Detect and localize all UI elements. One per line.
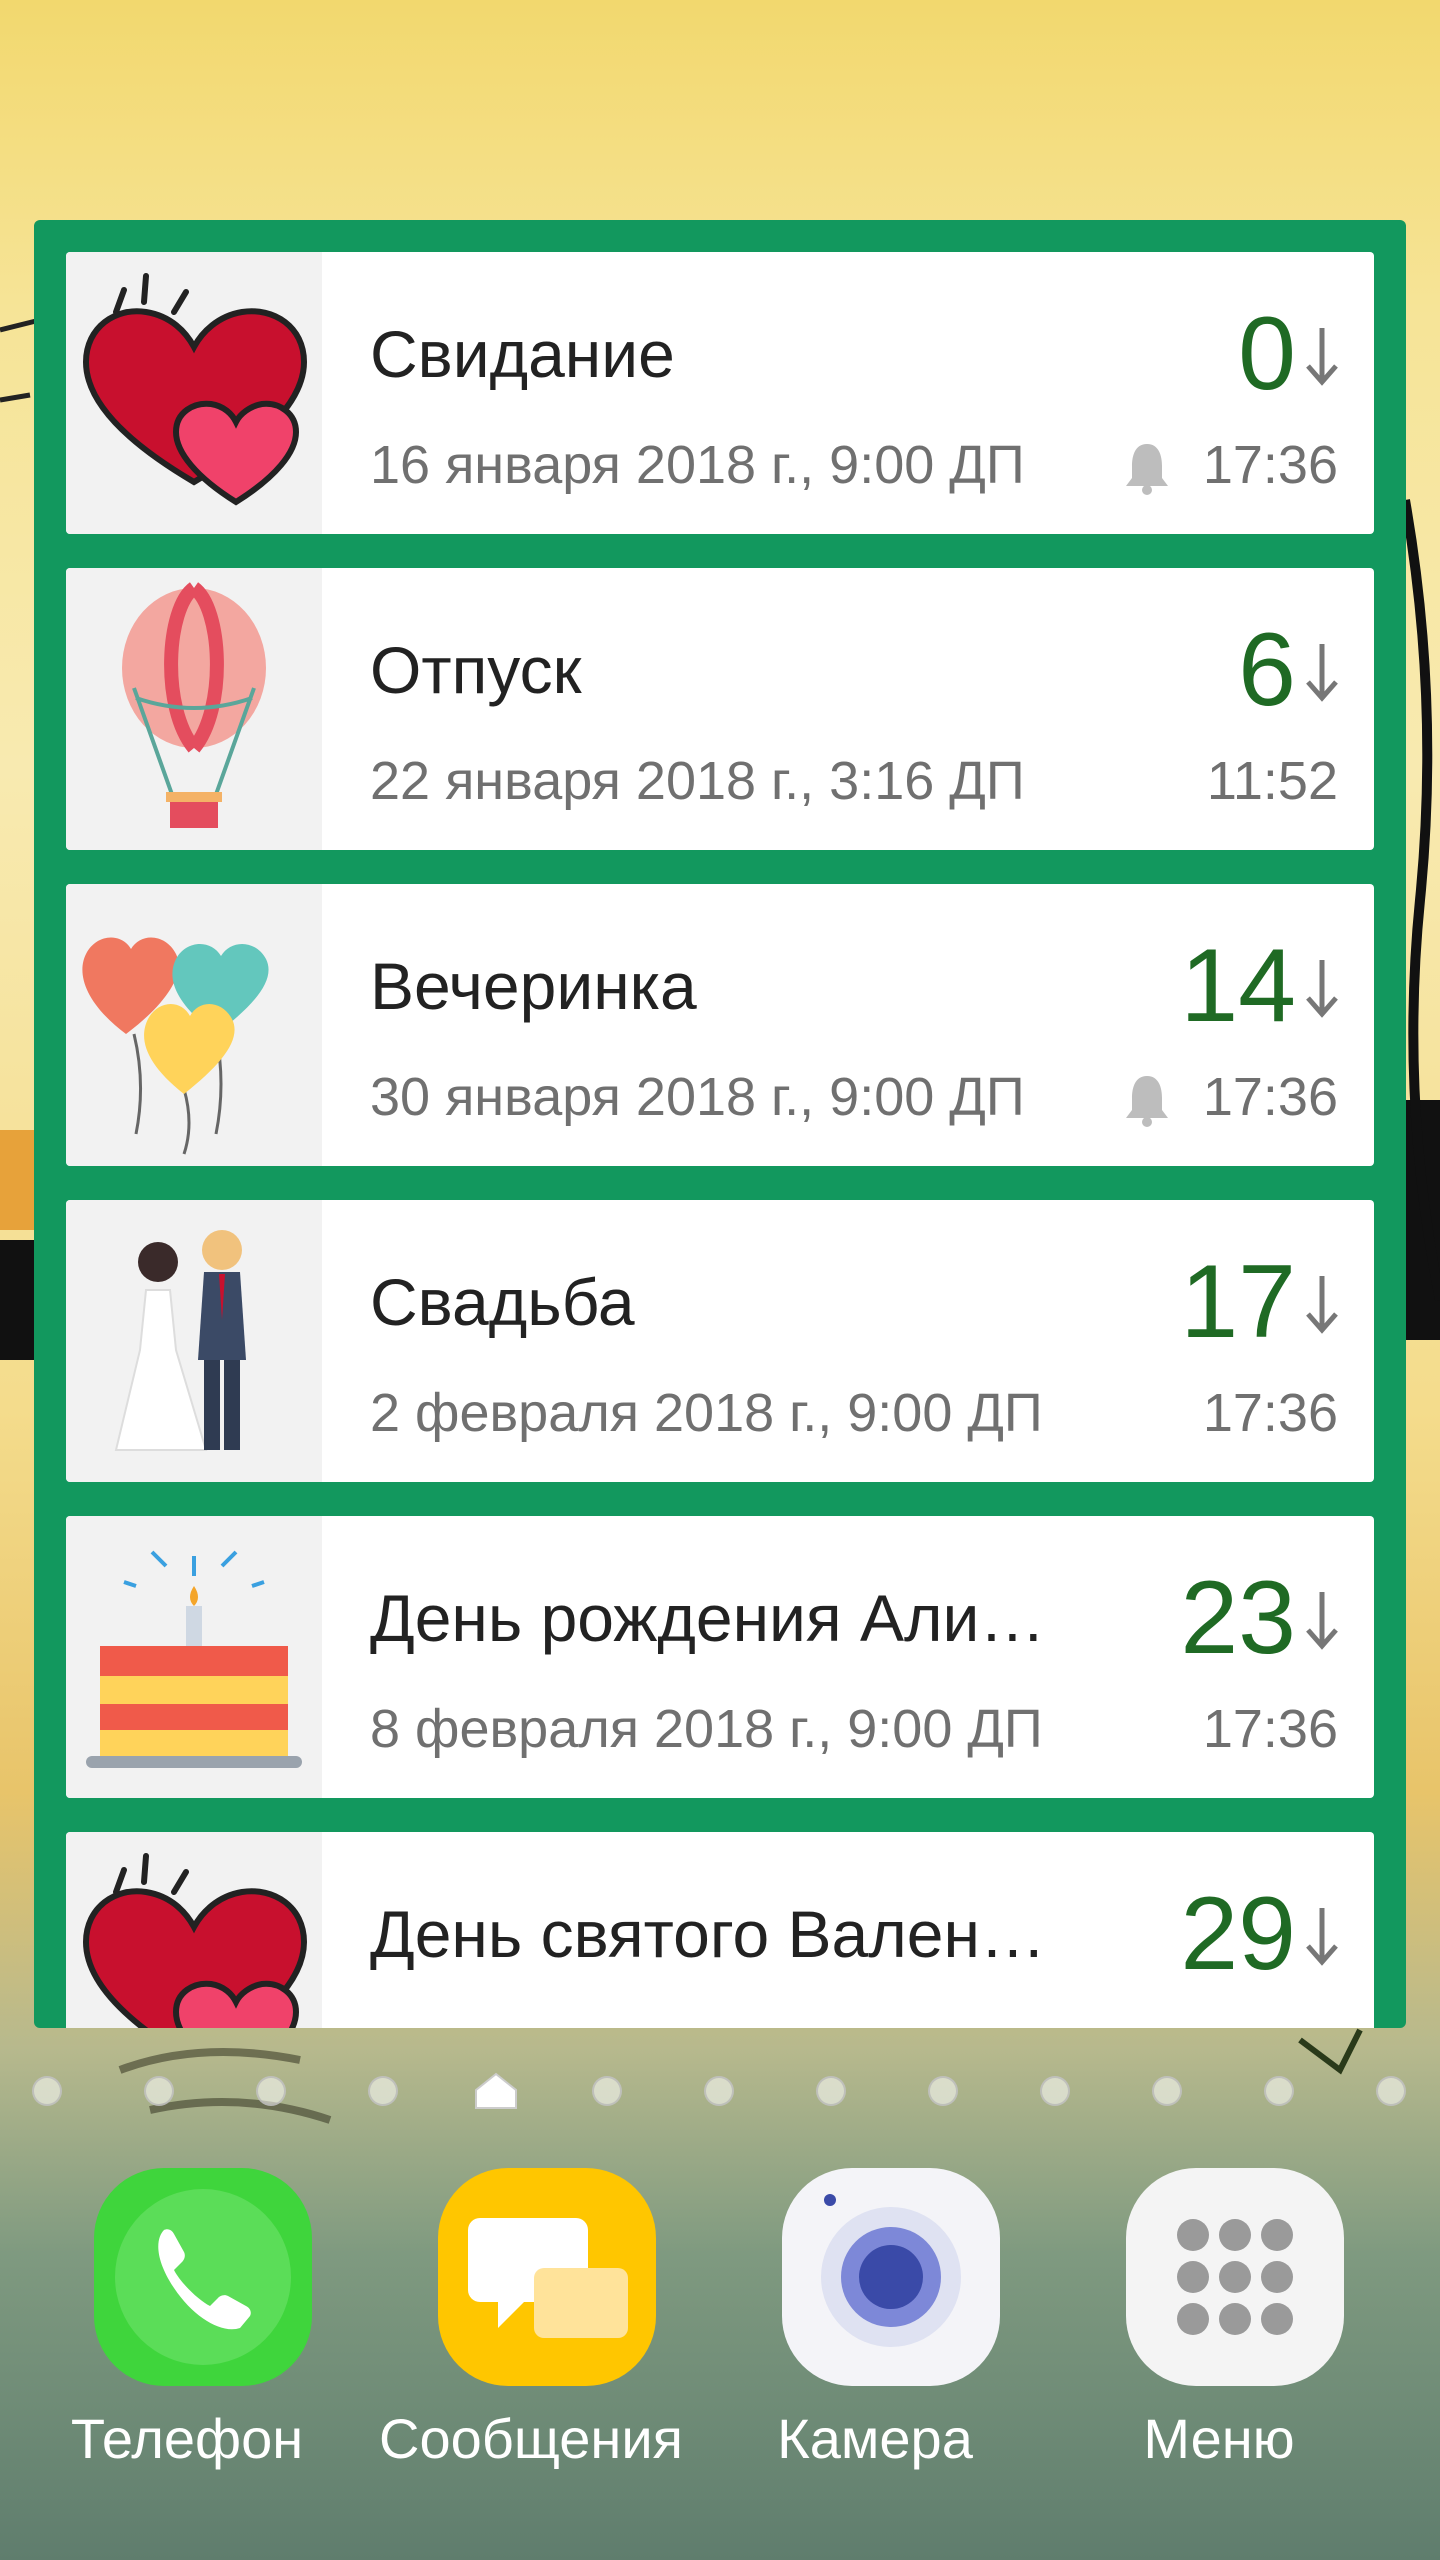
event-time: 17:36: [1202, 1067, 1338, 1127]
event-title: Свадьба: [370, 1265, 635, 1339]
days-count: 6: [1238, 612, 1296, 728]
dock-apps[interactable]: Меню: [1070, 2160, 1370, 2490]
event-time: 11:52: [1206, 751, 1338, 811]
arrow-down-icon: [1306, 328, 1338, 386]
hearts-icon: [66, 1832, 322, 2028]
days-count: 29: [1180, 1876, 1296, 1992]
event-time: 17:36: [1202, 1699, 1338, 1759]
event-title: Свидание: [370, 317, 675, 391]
dock-camera[interactable]: Камера: [726, 2160, 1026, 2490]
hearts-icon: [66, 252, 322, 534]
arrow-down-icon: [1306, 1276, 1338, 1334]
page-dot[interactable]: [368, 2076, 398, 2106]
event-title: Вечеринка: [370, 949, 697, 1023]
event-date: 8 февраля 2018 г., 9:00 ДП: [370, 1699, 1043, 1759]
event-title: День святого Вален…: [370, 1897, 1046, 1971]
event-card[interactable]: Свадьба 2 февраля 2018 г., 9:00 ДП 17 17…: [66, 1200, 1374, 1482]
page-dot[interactable]: [256, 2076, 286, 2106]
arrow-down-icon: [1306, 960, 1338, 1018]
bell-icon: [1126, 444, 1168, 495]
page-dot[interactable]: [592, 2076, 622, 2106]
event-card[interactable]: Свидание 16 января 2018 г., 9:00 ДП 0 17…: [66, 252, 1374, 534]
page-dot[interactable]: [1264, 2076, 1294, 2106]
page-indicator: [0, 2070, 1440, 2112]
event-date: 22 января 2018 г., 3:16 ДП: [370, 751, 1025, 811]
phone-icon: [94, 2168, 312, 2386]
birthday-cake-icon: [66, 1516, 322, 1798]
hot-air-balloon-icon: [66, 568, 322, 850]
event-title: День рождения Али…: [370, 1581, 1046, 1655]
messages-icon: [438, 2168, 656, 2386]
event-card[interactable]: Вечеринка 30 января 2018 г., 9:00 ДП 14 …: [66, 884, 1374, 1166]
event-card[interactable]: Отпуск 22 января 2018 г., 3:16 ДП 6 11:5…: [66, 568, 1374, 850]
event-time: 17:36: [1202, 1383, 1338, 1443]
dock-label: Сообщения: [379, 2407, 683, 2470]
page-dot[interactable]: [704, 2076, 734, 2106]
home-page-icon[interactable]: [472, 2070, 520, 2112]
days-count: 17: [1180, 1244, 1296, 1360]
event-title: Отпуск: [370, 633, 582, 707]
arrow-down-icon: [1306, 1908, 1338, 1966]
page-dot[interactable]: [1152, 2076, 1182, 2106]
page-dot[interactable]: [1040, 2076, 1070, 2106]
days-count: 23: [1180, 1560, 1296, 1676]
arrow-down-icon: [1306, 1592, 1338, 1650]
event-time: 17:36: [1202, 435, 1338, 495]
dock-phone[interactable]: Телефон: [38, 2160, 338, 2490]
event-card[interactable]: День рождения Али… 8 февраля 2018 г., 9:…: [66, 1516, 1374, 1798]
bell-icon: [1126, 1076, 1168, 1127]
days-count: 14: [1180, 928, 1296, 1044]
page-dot[interactable]: [928, 2076, 958, 2106]
apps-grid-icon: [1126, 2168, 1344, 2386]
wedding-couple-icon: [66, 1200, 322, 1482]
dock-label: Камера: [777, 2407, 973, 2470]
event-date: 16 января 2018 г., 9:00 ДП: [370, 435, 1025, 495]
camera-icon: [782, 2168, 1000, 2386]
dock-label: Меню: [1143, 2407, 1295, 2470]
dock-label: Телефон: [70, 2407, 304, 2470]
countdown-widget: Свидание 16 января 2018 г., 9:00 ДП 0 17…: [34, 220, 1406, 2028]
dock-messages[interactable]: Сообщения: [379, 2160, 683, 2490]
event-date: 30 января 2018 г., 9:00 ДП: [370, 1067, 1025, 1127]
page-dot[interactable]: [816, 2076, 846, 2106]
arrow-down-icon: [1306, 644, 1338, 702]
page-dot[interactable]: [1376, 2076, 1406, 2106]
balloons-icon: [66, 884, 322, 1166]
page-dot[interactable]: [32, 2076, 62, 2106]
page-dot[interactable]: [144, 2076, 174, 2106]
event-card[interactable]: День святого Вален… 29: [66, 1832, 1374, 2028]
event-date: 2 февраля 2018 г., 9:00 ДП: [370, 1383, 1043, 1443]
days-count: 0: [1238, 296, 1296, 412]
